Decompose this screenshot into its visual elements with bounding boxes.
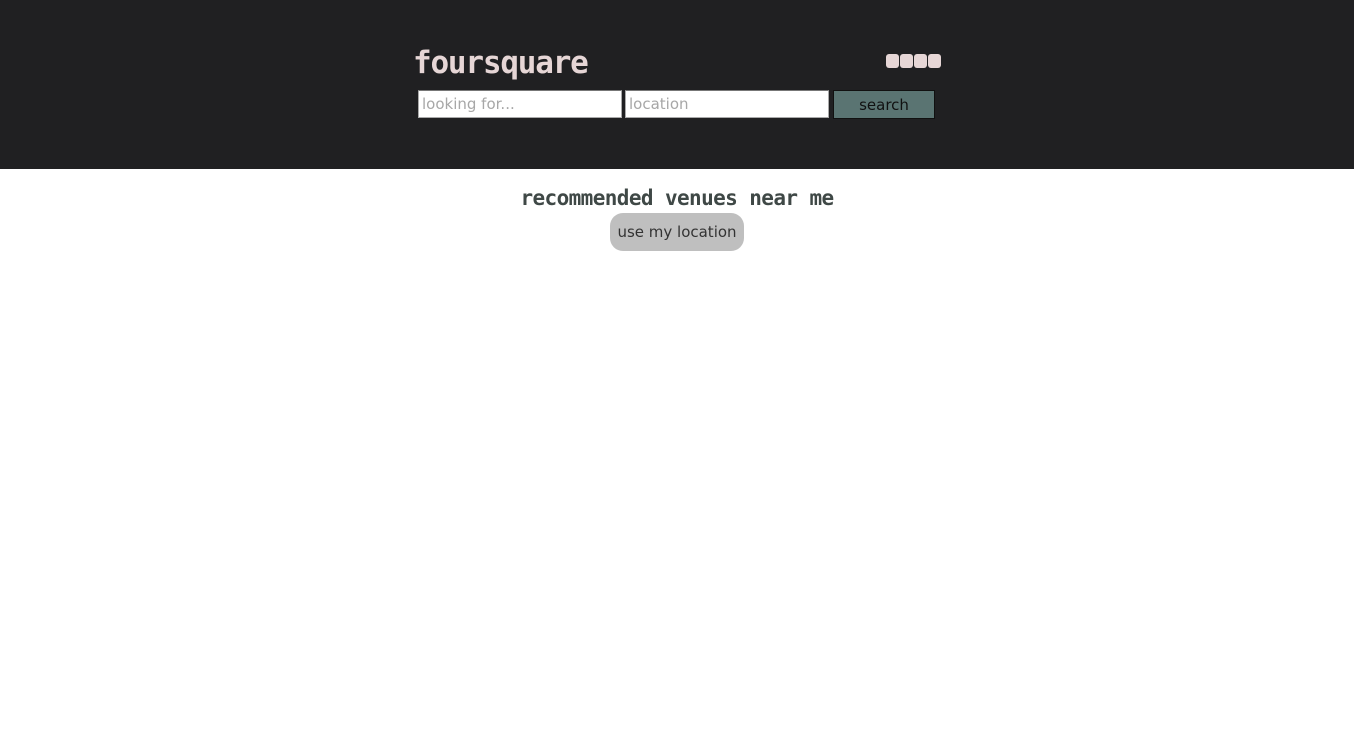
location-input[interactable] [625, 90, 829, 118]
search-button[interactable]: search [833, 90, 935, 119]
brand-logo[interactable]: foursquare [413, 43, 589, 83]
menu-square-icon[interactable] [900, 54, 913, 68]
menu-square-icon[interactable] [886, 54, 899, 68]
grid-menu-icon[interactable] [886, 54, 941, 68]
menu-square-icon[interactable] [928, 54, 941, 68]
site-header: foursquare search [0, 0, 1354, 169]
section-title: recommended venues near me [520, 186, 834, 210]
use-my-location-button[interactable]: use my location [610, 213, 744, 251]
looking-for-input[interactable] [418, 90, 622, 118]
menu-square-icon[interactable] [914, 54, 927, 68]
